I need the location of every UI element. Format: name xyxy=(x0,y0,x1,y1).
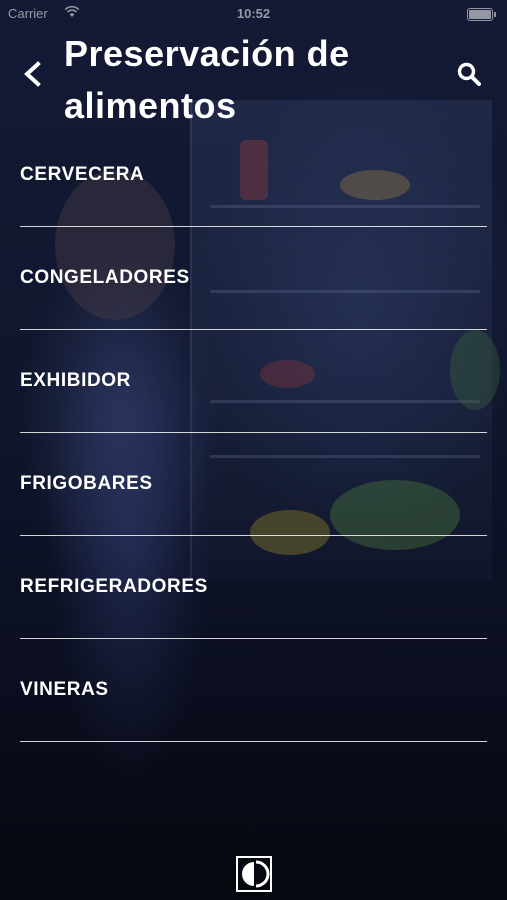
page-title: Preservación de alimentos xyxy=(64,33,350,126)
list-item-label: CONGELADORES xyxy=(20,267,190,288)
list-item-cervecera[interactable]: CERVECERA xyxy=(20,124,487,227)
list-item-label: FRIGOBARES xyxy=(20,473,153,494)
list-item-label: CERVECERA xyxy=(20,164,145,185)
search-icon xyxy=(457,62,481,86)
electrolux-logo-icon xyxy=(236,856,272,892)
list-item-label: EXHIBIDOR xyxy=(20,370,131,391)
list-item-label: REFRIGERADORES xyxy=(20,576,208,597)
list-item-frigobares[interactable]: FRIGOBARES xyxy=(20,433,487,536)
status-bar: Carrier 10:52 xyxy=(0,0,507,26)
list-item-refrigeradores[interactable]: REFRIGERADORES xyxy=(20,536,487,639)
list-item-exhibidor[interactable]: EXHIBIDOR xyxy=(20,330,487,433)
list-item-label: VINERAS xyxy=(20,679,109,700)
battery-icon xyxy=(467,8,496,21)
category-list: CERVECERA CONGELADORES EXHIBIDOR FRIGOBA… xyxy=(20,124,487,742)
chevron-left-icon xyxy=(24,61,41,87)
logo-mark xyxy=(242,860,270,888)
clock: 10:52 xyxy=(236,6,271,21)
list-item-vineras[interactable]: VINERAS xyxy=(20,639,487,742)
back-button[interactable] xyxy=(14,56,50,92)
search-button[interactable] xyxy=(453,58,485,90)
list-item-congeladores[interactable]: CONGELADORES xyxy=(20,227,487,330)
